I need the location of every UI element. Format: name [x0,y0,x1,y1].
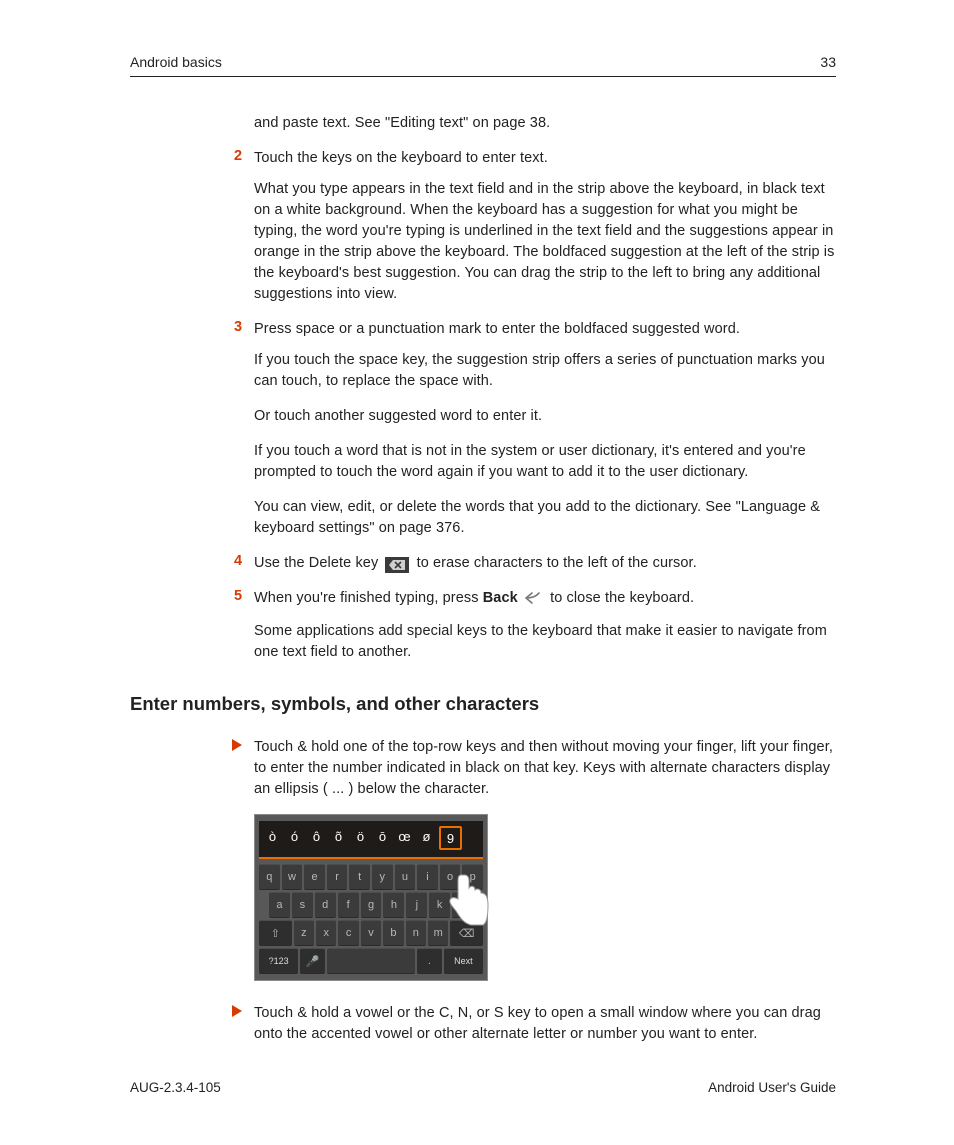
key: y [372,864,393,890]
key: e [304,864,325,890]
section-heading: Enter numbers, symbols, and other charac… [130,693,836,715]
key: z [294,920,314,946]
document-page: Android basics 33 and paste text. See "E… [0,0,954,1145]
key: q [259,864,280,890]
popup-char: ō [373,826,392,846]
popup-char: ô [307,826,326,846]
next-key: Next [444,948,483,974]
key: s [292,892,313,918]
step-number: 5 [234,588,242,604]
mic-key: 🎤 [300,948,325,974]
key: c [338,920,358,946]
intro-tail: and paste text. See "Editing text" on pa… [254,113,836,134]
delete-key: ⌫ [450,920,483,946]
keyboard-row-3: ⇧ z x c v b n m ⌫ [259,920,483,946]
key: j [406,892,427,918]
popup-char: õ [329,826,348,846]
bullet-item: Touch & hold one of the top-row keys and… [254,737,836,981]
step-3: 3 Press space or a punctuation mark to e… [254,319,836,539]
step-body: Some applications add special keys to th… [254,621,836,663]
key: d [315,892,336,918]
lead-bold: Back [483,590,518,606]
step-lead: Use the Delete key to erase characters t… [254,553,836,574]
space-key [327,948,415,974]
keyboard-row-4: ?123 🎤 . Next [259,948,483,974]
footer-title: Android User's Guide [708,1080,836,1095]
step-body: What you type appears in the text field … [254,179,836,305]
lead-pre: When you're finished typing, press [254,590,483,606]
key: f [338,892,359,918]
header-section: Android basics [130,54,222,70]
step-body: You can view, edit, or delete the words … [254,497,836,539]
key: w [282,864,303,890]
keyboard-row-1: q w e r t y u i o p [259,864,483,890]
keyboard-row-2: a s d f g h j k l [259,892,483,918]
body-column: and paste text. See "Editing text" on pa… [130,113,836,1045]
key: r [327,864,348,890]
header-page-number: 33 [820,54,836,70]
key: u [395,864,416,890]
key: o [440,864,461,890]
step-4: 4 Use the Delete key to erase characters… [254,553,836,574]
keyboard-popup-row: ò ó ô õ ö ō œ ø 9 [259,821,483,859]
key: i [417,864,438,890]
triangle-bullet-icon [232,739,242,751]
key: h [383,892,404,918]
shift-key: ⇧ [259,920,292,946]
bullet-text: Touch & hold a vowel or the C, N, or S k… [254,1003,836,1045]
symbols-key: ?123 [259,948,298,974]
step-5: 5 When you're finished typing, press Bac… [254,588,836,663]
popup-char-selected: 9 [439,826,462,850]
popup-char: ò [263,826,282,846]
period-key: . [417,948,442,974]
step-body: Or touch another suggested word to enter… [254,406,836,427]
key: b [383,920,403,946]
bullet-text: Touch & hold one of the top-row keys and… [254,737,836,800]
step-number: 4 [234,553,242,569]
keyboard-illustration: ò ó ô õ ö ō œ ø 9 q w e r t y u [254,814,488,981]
key: p [462,864,483,890]
popup-char: ó [285,826,304,846]
key: t [349,864,370,890]
popup-char: ö [351,826,370,846]
key: x [316,920,336,946]
key: n [406,920,426,946]
step-body: If you touch the space key, the suggesti… [254,350,836,392]
key: m [428,920,448,946]
step-lead: When you're finished typing, press Back … [254,588,836,611]
running-header: Android basics 33 [130,54,836,77]
lead-post: to erase characters to the left of the c… [417,555,697,571]
running-footer: AUG-2.3.4-105 Android User's Guide [130,1080,836,1095]
key: g [361,892,382,918]
key: v [361,920,381,946]
key: l [452,892,473,918]
delete-key-icon [385,557,409,573]
step-number: 2 [234,148,242,164]
popup-char: œ [395,826,414,846]
triangle-bullet-icon [232,1005,242,1017]
step-body: If you touch a word that is not in the s… [254,441,836,483]
bullet-item: Touch & hold a vowel or the C, N, or S k… [254,1003,836,1045]
key: a [269,892,290,918]
popup-char: ø [417,826,436,846]
lead-post: to close the keyboard. [550,590,694,606]
back-arrow-icon [525,590,543,611]
step-lead: Press space or a punctuation mark to ent… [254,319,836,340]
footer-doc-id: AUG-2.3.4-105 [130,1080,221,1095]
key: k [429,892,450,918]
step-lead: Touch the keys on the keyboard to enter … [254,148,836,169]
step-2: 2 Touch the keys on the keyboard to ente… [254,148,836,305]
step-number: 3 [234,319,242,335]
lead-pre: Use the Delete key [254,555,382,571]
